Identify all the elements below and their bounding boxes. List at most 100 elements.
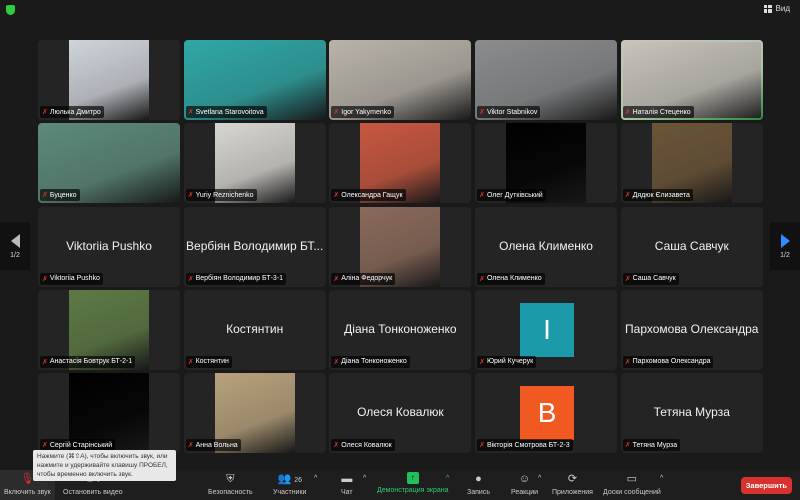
participant-name: Юрий Кучерук [486,358,534,366]
smiley-icon: ☺ [518,473,531,485]
participant-name-label: ✗ Viktoriia Pushko [40,272,103,285]
participant-tile[interactable]: Пархомова Олександра ✗ Пархомова Олександр… [620,289,763,370]
participant-name: Svetlana Starovoitova [195,108,264,116]
participant-name-label: ✗ Буценко [40,189,80,202]
whiteboards-button[interactable]: ▭ Доски сообщений [603,472,661,496]
apps-button[interactable]: ⟳ Приложения [552,472,593,496]
security-button[interactable]: ⛨ Безопасность [208,472,253,496]
participant-tile[interactable]: Тетяна Мурза ✗ Тетяна Мурза [620,373,763,454]
participant-name-label: ✗ Костянтин [185,355,232,368]
mic-muted-icon: ✗ [333,275,340,283]
participant-tile[interactable]: ✗ Олександра Гащук [329,123,472,204]
participant-tile[interactable]: Вербіян Володимир БТ... ✗ Вербіян Володими… [183,206,326,287]
chat-caret[interactable]: ^ [363,475,366,482]
participant-tile[interactable]: ✗ Наталія Стеценко [620,40,763,120]
mic-muted-icon: ✗ [42,109,48,116]
participant-tile[interactable]: Олеся Ковалюк ✗ Олеся Ковалюк [329,373,472,454]
mic-muted-icon: ✗ [333,358,340,366]
arrow-right-icon [780,233,790,248]
participant-tile[interactable]: Діана Тонконоженко ✗ Діана Тонконоженко [329,289,472,370]
participant-name-label: ✗ Олег Дутківський [477,189,546,202]
prev-page-button[interactable]: 1/2 [0,222,30,270]
shield-icon: ⛨ [226,473,235,485]
whiteboards-caret[interactable]: ^ [660,475,663,482]
participant-name: Діана Тонконоженко [341,358,407,366]
participants-button[interactable]: 👥 26 Участники [273,472,306,496]
security-shield-icon[interactable] [6,5,15,15]
participant-name: Олена Клименко [486,275,542,283]
record-button[interactable]: ● Запись [467,472,490,496]
mic-muted-icon: ✗ [624,358,631,366]
participant-name: Вербіян Володимир БТ-3-1 [195,275,284,283]
participant-tile[interactable]: I ✗ Юрий Кучерук [475,289,618,370]
participant-tile[interactable]: ✗ Анна Вольна [183,373,326,454]
participant-name-label: ✗ Саша Савчук [622,272,679,285]
participant-avatar: I [520,302,575,357]
mic-muted-icon: ✗ [42,275,48,283]
chat-button[interactable]: ▬ Чат [341,472,353,496]
participant-tile[interactable]: Саша Савчук ✗ Саша Савчук [620,206,763,287]
participant-name: Viktor Stabnikov [486,108,538,116]
participant-tile[interactable]: Viktoriia Pushko ✗ Viktoriia Pushko [38,206,180,287]
participants-icon: 👥 26 [277,473,302,485]
participant-display-name: Костянтин [226,321,284,336]
participant-name-label: ✗ Анна Вольна [185,439,241,452]
participant-name-label: ✗ Анастасія Бовтрук БТ-2-1 [40,355,136,368]
reactions-label: Реакции [511,489,539,496]
view-button[interactable]: Вид [763,4,790,13]
unmute-label: Включить звук [4,489,51,496]
participant-name-label: ✗ Yuriy Reznichenko [185,189,257,202]
mic-muted-icon: ✗ [187,109,194,116]
participant-display-name: Олена Клименко [499,238,593,253]
participant-tile[interactable]: ✗ Сергій Старінський [38,373,180,454]
apps-icon: ⟳ [567,473,578,485]
stop-video-label: Остановить видео [63,489,123,496]
participants-caret[interactable]: ^ [314,475,317,482]
chat-label: Чат [341,489,353,496]
participant-tile[interactable]: B ✗ Вікторія Смотрова БТ-2-3 [475,373,618,454]
participant-name: Олег Дутківський [486,191,543,199]
next-page-button[interactable]: 1/2 [770,222,800,270]
grid-icon [763,4,772,13]
participant-display-name: Саша Савчук [654,238,729,253]
mic-muted-icon: ✗ [624,192,631,200]
page-indicator-right: 1/2 [780,251,790,259]
participant-tile[interactable]: ✗ Svetlana Starovoitova [183,40,326,120]
share-caret[interactable]: ^ [446,475,449,482]
participant-display-name: Пархомова Олександра [625,321,759,336]
participant-tile[interactable]: ✗ Igor Yakymenko [329,40,472,120]
arrow-left-icon [10,233,20,248]
participant-name: Люлька Дмитро [49,108,101,116]
reactions-button[interactable]: ☺ Реакции [511,472,538,496]
participant-tile[interactable]: ✗ Аліна Федорчук [329,206,472,287]
participant-tile[interactable]: Олена Клименко ✗ Олена Клименко [475,206,618,287]
mic-muted-icon: ✗ [479,275,485,283]
participant-name-label: ✗ Пархомова Олександра [622,355,714,368]
mic-muted-icon: ✗ [624,442,631,450]
participant-tile[interactable]: ✗ Yuriy Reznichenko [183,123,326,204]
participant-tile[interactable]: ✗ Олег Дутківський [475,123,618,204]
share-screen-label: Демонстрация экрана [377,487,449,494]
view-label: Вид [775,4,790,13]
participant-name: Наталія Стеценко [632,108,691,116]
participant-name: Костянтин [195,358,229,366]
participant-tile[interactable]: ✗ Viktor Stabnikov [475,40,618,120]
share-screen-button[interactable]: ↑ Демонстрация экрана [377,472,449,494]
mic-muted-icon: ✗ [187,442,194,450]
participant-name: Олександра Гащук [341,191,403,199]
participant-tile[interactable]: ✗ Люлька Дмитро [38,40,180,120]
mic-muted-icon: ✗ [479,109,485,116]
participant-tile[interactable]: Костянтин ✗ Костянтин [183,289,326,370]
participant-name: Сергій Старінський [49,441,113,449]
end-meeting-button[interactable]: Завершить [740,477,792,494]
reactions-caret[interactable]: ^ [538,475,541,482]
participant-tile[interactable]: ✗ Дядюк Єлизавета [620,123,763,204]
mic-muted-icon: ✗ [42,192,48,200]
participant-tile[interactable]: ✗ Анастасія Бовтрук БТ-2-1 [38,289,180,370]
apps-label: Приложения [552,489,593,496]
participant-name: Анастасія Бовтрук БТ-2-1 [49,358,133,366]
participant-tile[interactable]: ✗ Буценко [38,123,180,204]
participant-name-label: ✗ Олеся Ковалюк [331,439,395,452]
chat-bubble-icon: ▬ [341,473,353,485]
mic-muted-icon: ✗ [42,358,48,366]
